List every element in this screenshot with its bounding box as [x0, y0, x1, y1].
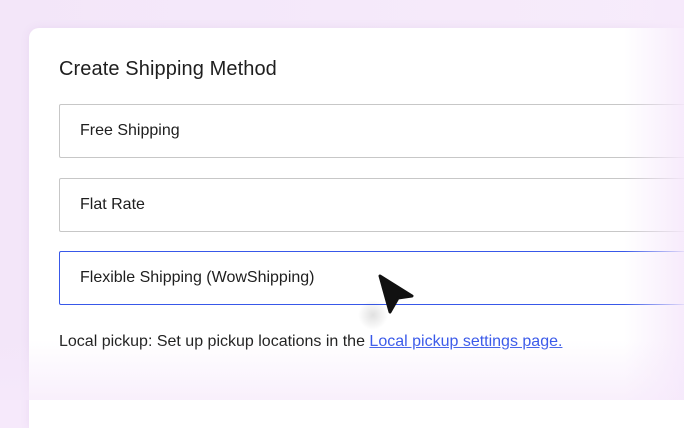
shipping-option-label: Flexible Shipping (WowShipping) — [80, 269, 315, 286]
panel-title: Create Shipping Method — [59, 58, 277, 80]
shipping-option-free-shipping[interactable]: Free Shipping — [59, 104, 684, 158]
local-pickup-settings-link[interactable]: Local pickup settings page. — [369, 333, 562, 350]
shipping-option-label: Free Shipping — [80, 122, 180, 139]
mouse-pointer-icon — [378, 274, 414, 314]
local-pickup-text: Local pickup: Set up pickup locations in… — [59, 333, 370, 350]
shipping-option-flat-rate[interactable]: Flat Rate — [59, 178, 684, 232]
shipping-option-label: Flat Rate — [80, 196, 145, 213]
local-pickup-note: Local pickup: Set up pickup locations in… — [59, 333, 562, 351]
shipping-option-flexible-shipping[interactable]: Flexible Shipping (WowShipping) — [59, 251, 684, 305]
